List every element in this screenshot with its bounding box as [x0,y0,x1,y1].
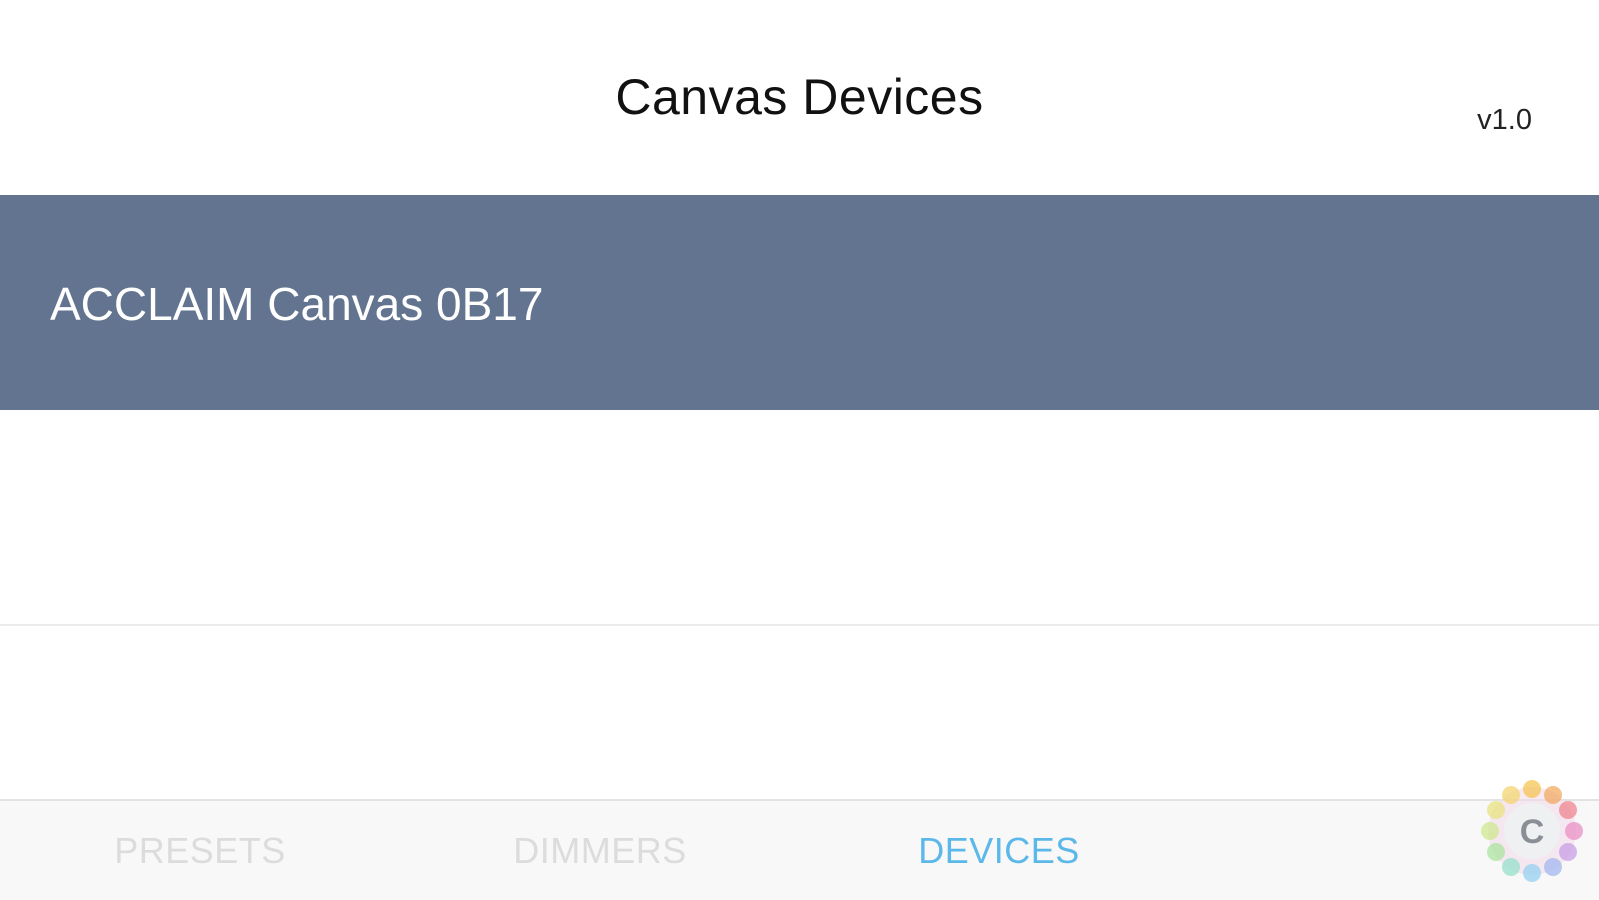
page-title: Canvas Devices [615,69,984,125]
version-label: v1.0 [1477,104,1532,136]
tab-dimmers-label: DIMMERS [513,829,687,871]
tab-presets-label: PRESETS [114,829,286,871]
tab-devices-label: DEVICES [918,829,1080,871]
tab-devices[interactable]: DEVICES [899,801,1099,900]
tab-presets[interactable]: PRESETS [100,801,300,900]
tab-bar: PRESETS DIMMERS DEVICES C [0,780,1599,900]
logo-letter: C [1520,813,1545,851]
canvas-logo-icon[interactable]: C [1477,776,1587,886]
list-divider [0,624,1599,626]
app-window: Canvas Devices v1.0 ACCLAIM Canvas 0B17 … [0,0,1599,900]
device-name: ACCLAIM Canvas 0B17 [50,278,544,330]
tab-dimmers[interactable]: DIMMERS [500,801,700,900]
header: Canvas Devices v1.0 [0,0,1599,195]
device-row-selected[interactable]: ACCLAIM Canvas 0B17 [0,195,1599,410]
